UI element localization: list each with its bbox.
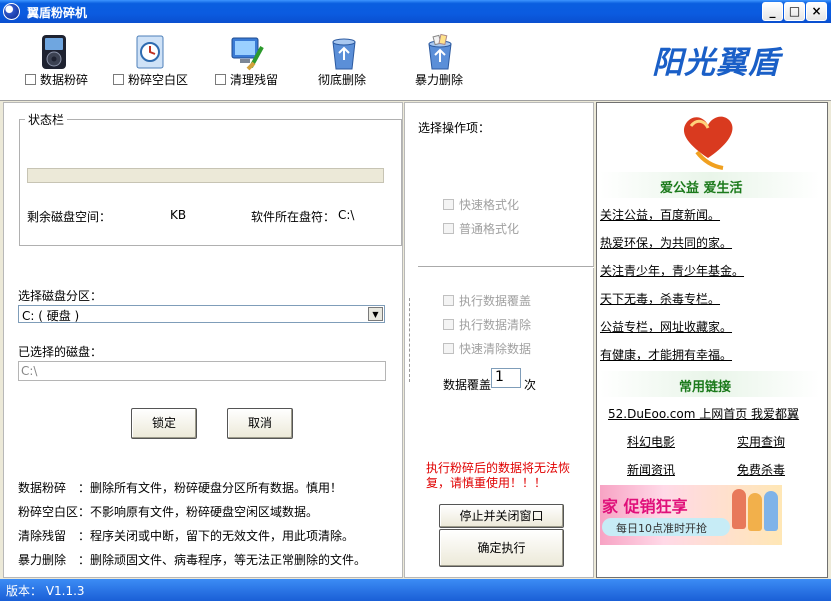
data-shred-checkbox[interactable]	[25, 74, 36, 85]
mp3-player-icon	[42, 35, 66, 69]
dropdown-arrow-icon[interactable]: ▼	[368, 307, 383, 321]
confirm-execute-button[interactable]: 确定执行	[439, 529, 564, 567]
toolbar: 数据粉碎 粉碎空白区 清理残留 彻底删除 暴力删除 阳光翼盾	[0, 23, 831, 101]
splitter	[409, 298, 411, 382]
app-logo-icon	[3, 3, 20, 20]
cancel-button[interactable]: 取消	[227, 408, 293, 439]
tool-label: 彻底删除	[318, 73, 367, 87]
link-health[interactable]: 有健康，才能拥有幸福。	[600, 346, 732, 363]
overwrite-option[interactable]: 执行数据覆盖	[443, 292, 531, 309]
recycle-bin-icon	[332, 38, 356, 70]
status-bar: 版本： V1.1.3	[0, 579, 831, 601]
link-free-antivirus[interactable]: 免费杀毒	[737, 461, 785, 478]
link-scifi-movies[interactable]: 科幻电影	[627, 433, 675, 450]
clock-file-icon	[136, 35, 164, 69]
ad-figure	[732, 489, 746, 529]
selected-disk-label: 已选择的磁盘：	[18, 345, 103, 359]
lock-button[interactable]: 锁定	[131, 408, 197, 439]
normal-format-checkbox[interactable]	[443, 223, 454, 234]
link-bookmarks[interactable]: 公益专栏，网址收藏家。	[600, 318, 732, 335]
tool-label: 清理残留	[230, 73, 279, 87]
close-button[interactable]: ×	[806, 2, 827, 21]
help-desc: ：删除顽固文件、病毒程序，等无法正常删除的文件。	[78, 553, 367, 567]
help-desc: ：程序关闭或中断，留下的无效文件，用此项清除。	[78, 529, 355, 543]
ad-banner[interactable]: 家 促销狂享 每日10点准时开抢	[600, 485, 782, 545]
help-term: 粉碎空白区	[18, 505, 79, 519]
ad-headline: 家 促销狂享	[602, 497, 688, 516]
software-drive-label: 软件所在盘符：	[251, 210, 336, 224]
minimize-button[interactable]: _	[762, 2, 783, 21]
partition-label: 选择磁盘分区：	[18, 289, 103, 303]
title-bar[interactable]	[0, 0, 831, 23]
option-label: 快速格式化	[459, 198, 520, 212]
quick-format-checkbox[interactable]	[443, 199, 454, 210]
brand-logo-text: 阳光翼盾	[652, 45, 780, 81]
overwrite-count-input[interactable]: 1	[491, 368, 521, 388]
ad-figure	[748, 493, 762, 531]
link-environment[interactable]: 热爱环保，为共同的家。	[600, 234, 732, 251]
normal-format-option[interactable]: 普通格式化	[443, 220, 519, 237]
window-title: 翼盾粉碎机	[27, 6, 88, 20]
link-practical-query[interactable]: 实用查询	[737, 433, 785, 450]
tool-label: 数据粉碎	[40, 73, 89, 87]
selected-disk-field[interactable]: C:\	[18, 361, 386, 381]
clean-residue-checkbox[interactable]	[215, 74, 226, 85]
partition-select-value: C: ( 硬盘 )	[22, 309, 80, 323]
option-label: 普通格式化	[459, 222, 520, 236]
tool-force-delete[interactable]: 暴力删除	[412, 23, 472, 101]
quick-clear-option[interactable]: 快速清除数据	[443, 340, 531, 357]
link-news[interactable]: 新闻资讯	[627, 461, 675, 478]
site-link[interactable]: 52.DuEoo.com 上网首页 我爱都翼	[608, 405, 799, 422]
stop-close-button[interactable]: 停止并关闭窗口	[439, 504, 564, 528]
help-desc: ：不影响原有文件，粉碎硬盘空闲区域数据。	[78, 505, 319, 519]
option-label: 快速清除数据	[459, 342, 532, 356]
link-public-welfare[interactable]: 关注公益，百度新闻。	[600, 206, 720, 223]
heart-icon	[683, 116, 733, 170]
help-term: 暴力删除	[18, 553, 67, 567]
option-label: 执行数据覆盖	[459, 294, 532, 308]
overwrite-count-unit: 次	[524, 378, 537, 392]
recycle-bin-full-icon	[428, 33, 452, 70]
ad-figure	[764, 491, 778, 531]
tool-label: 粉碎空白区	[128, 73, 189, 87]
slogan: 爱公益 爱生活	[660, 181, 743, 196]
status-group-title: 状态栏	[25, 111, 68, 128]
tool-complete-delete[interactable]: 彻底删除	[316, 23, 376, 101]
overwrite-checkbox[interactable]	[443, 295, 454, 306]
version-text: 版本： V1.1.3	[6, 584, 85, 598]
shred-free-space-checkbox[interactable]	[113, 74, 124, 85]
partition-select[interactable]: C: ( 硬盘 ) ▼	[18, 305, 385, 323]
free-space-label: 剩余磁盘空间：	[27, 210, 112, 224]
help-desc: ：删除所有文件，粉碎硬盘分区所有数据。慎用！	[78, 481, 343, 495]
help-term: 数据粉碎	[18, 481, 67, 495]
link-youth-fund[interactable]: 关注青少年，青少年基金。	[600, 262, 744, 279]
tool-data-shred[interactable]: 数据粉碎	[22, 23, 102, 101]
options-title: 选择操作项：	[418, 121, 491, 135]
quick-format-option[interactable]: 快速格式化	[443, 196, 519, 213]
common-links-title: 常用链接	[679, 380, 732, 395]
tool-label: 暴力删除	[415, 73, 464, 87]
warning-text: 执行粉碎后的数据将无法恢复，请慎重使用！！！	[426, 461, 571, 490]
tool-shred-free-space[interactable]: 粉碎空白区	[110, 23, 200, 101]
help-term: 清除残留	[18, 529, 67, 543]
divider	[418, 266, 594, 268]
clear-option[interactable]: 执行数据清除	[443, 316, 531, 333]
tool-clean-residue[interactable]: 清理残留	[213, 23, 293, 101]
quick-clear-checkbox[interactable]	[443, 343, 454, 354]
progress-bar	[27, 168, 384, 183]
maximize-button[interactable]: □	[784, 2, 805, 21]
link-antivirus[interactable]: 天下无毒，杀毒专栏。	[600, 290, 720, 307]
overwrite-count-label: 数据覆盖	[443, 378, 492, 392]
clear-checkbox[interactable]	[443, 319, 454, 330]
ad-subtitle: 每日10点准时开抢	[616, 522, 707, 535]
monitor-clean-icon	[231, 37, 264, 71]
free-space-unit: KB	[170, 208, 187, 222]
option-label: 执行数据清除	[459, 318, 532, 332]
software-drive-value: C:\	[338, 208, 355, 222]
